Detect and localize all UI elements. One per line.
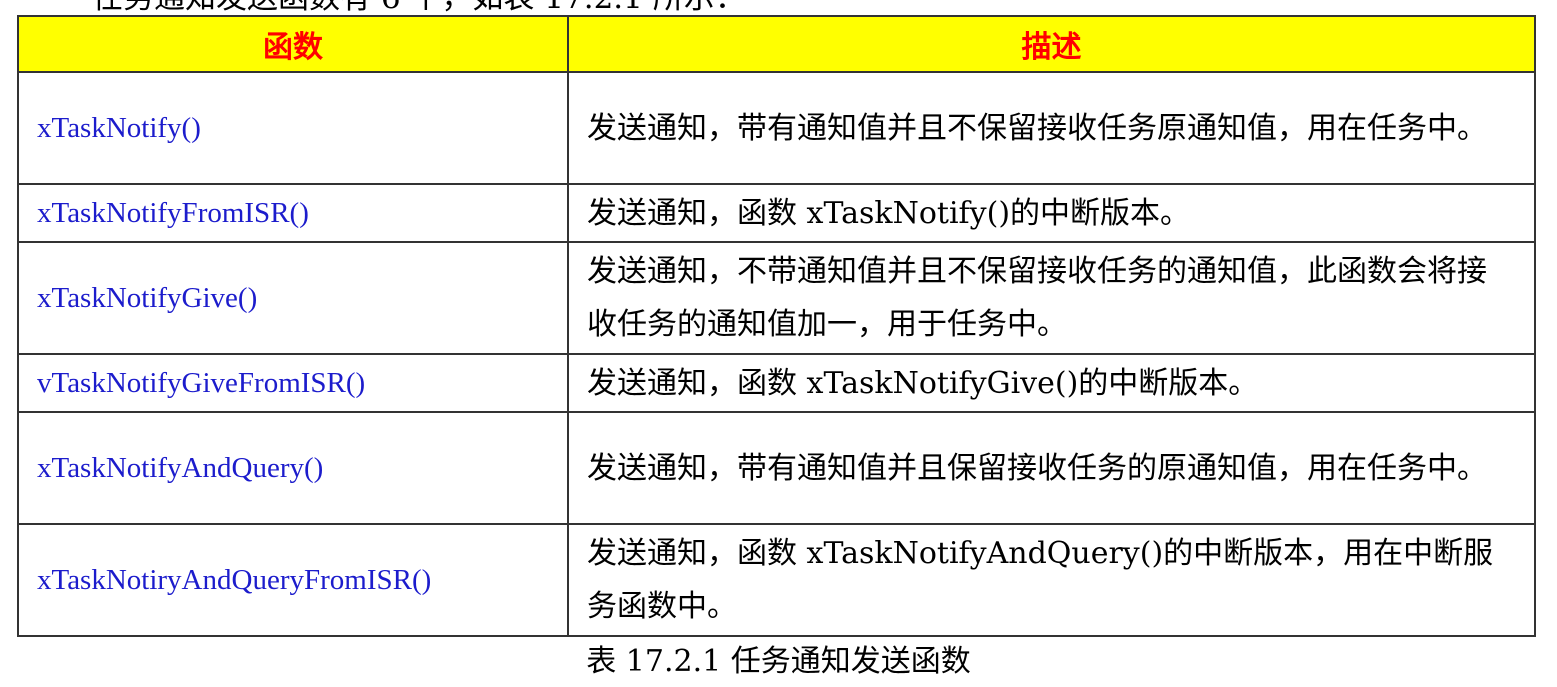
function-name: xTaskNotify() (17, 71, 569, 185)
header-function: 函数 (17, 15, 569, 73)
function-name: vTaskNotifyGiveFromISR() (17, 353, 569, 413)
function-description: 发送通知，函数 xTaskNotify()的中断版本。 (567, 183, 1536, 243)
header-description: 描述 (567, 15, 1536, 73)
notify-functions-table: 函数 描述 xTaskNotify() 发送通知，带有通知值并且不保留接收任务原… (17, 15, 1536, 637)
table-caption: 表 17.2.1 任务通知发送函数 (586, 644, 971, 679)
table-row: xTaskNotifyAndQuery() 发送通知，带有通知值并且保留接收任务… (17, 411, 1536, 525)
function-description: 发送通知，带有通知值并且保留接收任务的原通知值，用在任务中。 (567, 411, 1536, 525)
table-row: xTaskNotiryAndQueryFromISR() 发送通知，函数 xTa… (17, 523, 1536, 637)
header-row: 函数 描述 (17, 15, 1536, 73)
function-description: 发送通知，带有通知值并且不保留接收任务原通知值，用在任务中。 (567, 71, 1536, 185)
function-name: xTaskNotifyAndQuery() (17, 411, 569, 525)
table-row: xTaskNotifyFromISR() 发送通知，函数 xTaskNotify… (17, 183, 1536, 243)
table-body: xTaskNotify() 发送通知，带有通知值并且不保留接收任务原通知值，用在… (17, 71, 1536, 637)
function-name: xTaskNotifyFromISR() (17, 183, 569, 243)
function-name: xTaskNotiryAndQueryFromISR() (17, 523, 569, 637)
function-name: xTaskNotifyGive() (17, 241, 569, 355)
table-row: vTaskNotifyGiveFromISR() 发送通知，函数 xTaskNo… (17, 353, 1536, 413)
function-description: 发送通知，函数 xTaskNotifyGive()的中断版本。 (567, 353, 1536, 413)
function-description: 发送通知，不带通知值并且不保留接收任务的通知值，此函数会将接收任务的通知值加一，… (567, 241, 1536, 355)
table-row: xTaskNotifyGive() 发送通知，不带通知值并且不保留接收任务的通知… (17, 241, 1536, 355)
table-row: xTaskNotify() 发送通知，带有通知值并且不保留接收任务原通知值，用在… (17, 71, 1536, 185)
function-description: 发送通知，函数 xTaskNotifyAndQuery()的中断版本，用在中断服… (567, 523, 1536, 637)
table-header: 函数 描述 (17, 15, 1536, 73)
